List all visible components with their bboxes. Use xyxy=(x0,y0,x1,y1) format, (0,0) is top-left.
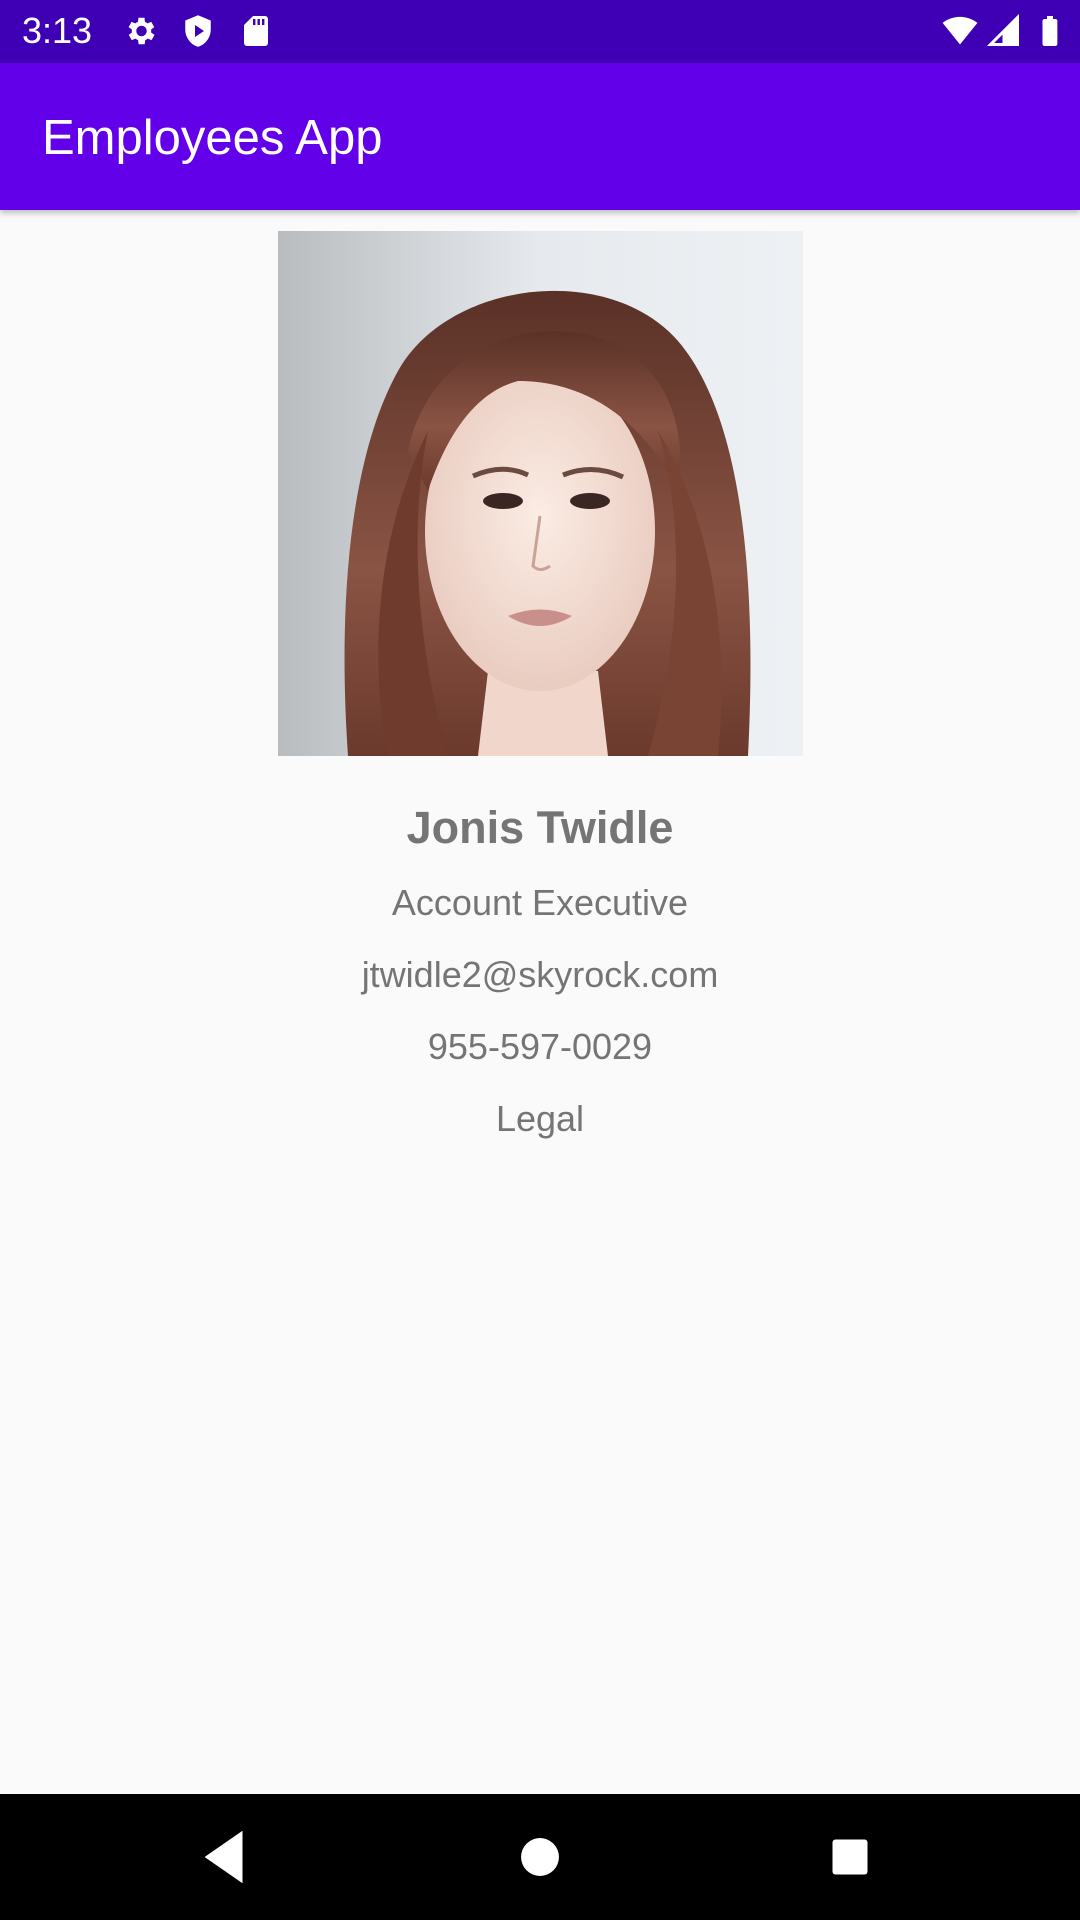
wifi-icon xyxy=(942,16,978,45)
employee-detail: Jonis Twidle Account Executive jtwidle2@… xyxy=(0,210,1080,1794)
home-icon[interactable] xyxy=(505,1822,575,1892)
shield-play-icon xyxy=(185,15,211,47)
employee-email: jtwidle2@skyrock.com xyxy=(361,954,719,995)
navigation-bar xyxy=(0,1794,1080,1920)
employee-phone: 955-597-0029 xyxy=(427,1026,653,1067)
app-bar: Employees App xyxy=(0,63,1080,210)
gear-icon xyxy=(128,17,155,45)
battery-icon xyxy=(1042,16,1058,46)
status-time: 3:13 xyxy=(22,10,93,51)
status-bar: 3:13 xyxy=(0,0,1080,63)
employee-name: Jonis Twidle xyxy=(406,802,674,853)
employee-department: Legal xyxy=(495,1098,585,1139)
recents-icon[interactable] xyxy=(815,1822,885,1892)
employee-photo xyxy=(278,231,803,756)
sd-card-icon xyxy=(244,16,268,46)
back-icon[interactable] xyxy=(190,1822,260,1892)
app-title: Employees App xyxy=(42,111,383,165)
cell-signal-icon xyxy=(986,13,1019,46)
employee-job-title: Account Executive xyxy=(391,882,689,923)
